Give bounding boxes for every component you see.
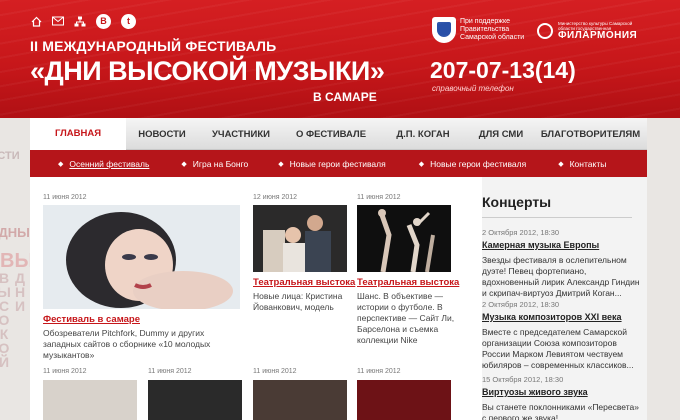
subnav-item[interactable]: ◆ Новые герои фестиваля [419,159,527,169]
nav-item-participants[interactable]: УЧАСТНИКИ [198,118,284,150]
event-date: 2 Октября 2012, 18:30 [482,300,560,309]
event-text: Вместе с председателем Самарской организ… [482,327,634,370]
news-image[interactable] [357,205,451,272]
event-text: Вы станете поклонниками «Пересвета» с пе… [482,402,639,420]
news-image[interactable] [253,380,347,420]
bullet-icon: ◆ [558,160,564,168]
right-background-decoration [650,120,680,420]
news-text: Шанс. В объективе — истории о футболе. В… [357,291,455,345]
samara-emblem-logo [432,17,456,43]
mail-icon[interactable] [52,16,64,28]
subnav-label: Новые герои фестиваля [289,158,386,169]
subnav-item[interactable]: ◆ Контакты [558,159,606,169]
nav-item-sponsors[interactable]: БЛАГОТВОРИТЕЛЯМ [534,118,647,150]
subnav-item[interactable]: ◆ Игра на Бонго [181,159,248,169]
news-title-link[interactable]: Театральная выстока [357,277,459,288]
news-text: Обозреватели Pitchfork, Dummy и других з… [43,328,211,360]
bg-text: РОДНЫЙ [0,225,30,240]
philharmonia-logo-icon[interactable] [537,23,553,39]
phone-label: справочный телефон [432,84,514,93]
concerts-sidebar: Концерты 2 Октября 2012, 18:30 Камерная … [482,177,647,420]
nav-item-kogan[interactable]: Д.П. КОГАН [378,118,468,150]
sub-nav: ◆ Осенний фестиваль ◆ Игра на Бонго ◆ Новые… [30,150,647,177]
news-date: 11 июня 2012 [43,368,87,375]
header-icons: В t [30,14,136,29]
gov-support-text: При поддержке Правительства Самарской об… [460,18,525,41]
subnav-label: Новые герои фестиваля [430,158,527,169]
site-header: В t II МЕЖДУНАРОДНЫЙ ФЕСТИВАЛЬ «ДНИ ВЫСО… [0,0,680,118]
news-date: 11 июня 2012 [357,194,401,201]
portrait-photo [43,205,240,311]
bullet-icon: ◆ [181,160,187,168]
sitemap-icon[interactable] [74,16,86,28]
bullet-icon: ◆ [58,160,64,168]
bullet-icon: ◆ [418,160,425,168]
main-nav: ГЛАВНАЯ НОВОСТИ УЧАСТНИКИ О ФЕСТИВАЛЕ Д.… [30,118,647,150]
news-image[interactable] [43,380,137,420]
event-date: 2 Октября 2012, 18:30 [482,228,560,237]
news-title-link[interactable]: Театральная выстока [253,277,355,288]
divider [482,217,632,218]
subnav-label: Контакты [569,158,607,169]
news-date: 11 июня 2012 [43,194,87,201]
news-image[interactable] [253,205,347,272]
vk-icon[interactable]: В [96,14,111,29]
theatre-photo [253,205,347,272]
subnav-item[interactable]: ◆ Осенний фестиваль [58,159,149,169]
nav-item-home[interactable]: ГЛАВНАЯ [30,118,126,150]
news-date: 12 июня 2012 [253,194,298,201]
nav-item-press[interactable]: ДЛЯ СМИ [468,118,534,150]
nav-item-about[interactable]: О ФЕСТИВАЛЕ [284,118,378,150]
bullet-icon: ◆ [278,160,284,168]
home-icon[interactable] [30,16,42,28]
bg-text: ЕСТИ [0,150,20,162]
left-background-decoration: ЕСТИ РОДНЫЙ ВЫ ДНИ ВЫСОКОЙ [0,120,30,420]
festival-subtitle: II МЕЖДУНАРОДНЫЙ ФЕСТИВАЛЬ [30,38,277,54]
news-text: Новые лица: Кристина Йованкович, модель [253,291,343,312]
dance-photo [357,205,451,272]
sidebar-title: Концерты [482,194,552,210]
news-date: 11 июня 2012 [148,368,192,375]
content-frame: ГЛАВНАЯ НОВОСТИ УЧАСТНИКИ О ФЕСТИВАЛЕ Д.… [30,118,647,420]
news-title-link[interactable]: Фестиваль в самаре [43,314,140,325]
festival-title: «ДНИ ВЫСОКОЙ МУЗЫКИ» [30,56,385,86]
event-title-link[interactable]: Камерная музыка Европы [482,240,599,250]
bg-vertical-text: ДНИ ВЫСОКОЙ [0,270,28,368]
news-date: 11 июня 2012 [253,368,297,375]
featured-news-image[interactable] [43,205,240,311]
phone-number: 207-07-13(14) [430,57,576,83]
news-image[interactable] [148,380,242,420]
news-date: 11 июня 2012 [357,368,401,375]
news-image[interactable] [357,380,451,420]
event-date: 15 Октября 2012, 18:30 [482,375,564,384]
event-title-link[interactable]: Музыка композиторов XXI века [482,312,622,322]
subnav-label: Осенний фестиваль [69,158,150,169]
event-title-link[interactable]: Виртуозы живого звука [482,387,588,397]
nav-item-news[interactable]: НОВОСТИ [126,118,198,150]
festival-city: В САМАРЕ [313,90,377,104]
event-text: Звезды фестиваля в ослепительном дуэте! … [482,255,640,298]
subnav-item[interactable]: ◆ Новые герои фестиваля [278,159,386,169]
philharmonia-logo-text[interactable]: ФИЛАРМОНИЯ [558,30,637,41]
subnav-label: Игра на Бонго [192,158,249,169]
twitter-icon[interactable]: t [121,14,136,29]
